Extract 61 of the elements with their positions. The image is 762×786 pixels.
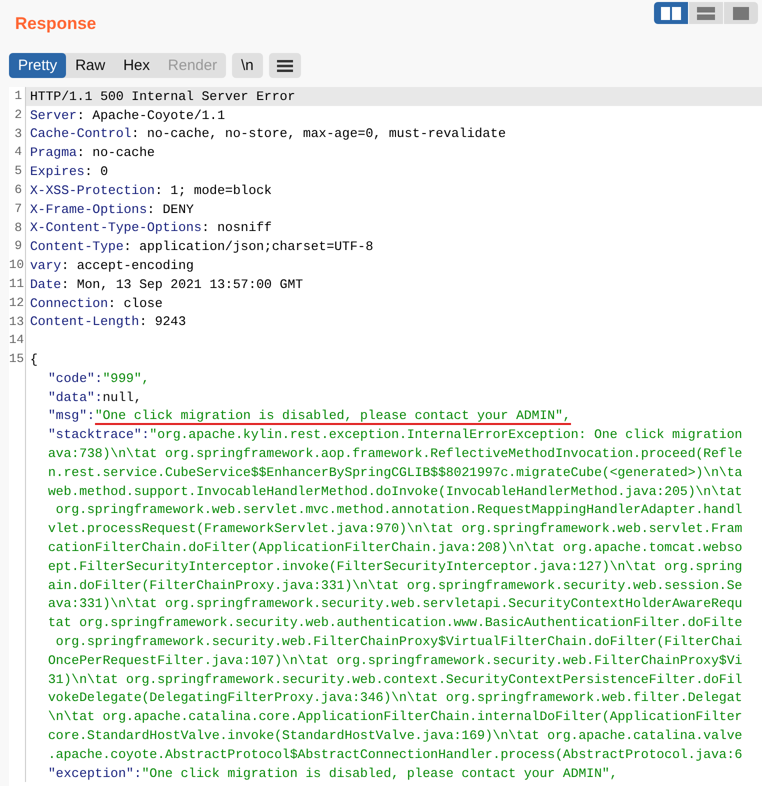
layout-button[interactable] [724,2,758,24]
line-number: 11 [9,274,26,294]
json-value: null, [102,390,142,405]
header-line: X-Content-Type-Options: nosniff [29,220,272,236]
menu-button[interactable] [268,53,301,78]
header-line: Pragma: no-cache [29,145,155,160]
panel-title: Response [15,14,96,34]
json-value: "One click migration is disabled, please contact your ADMIN", [142,766,618,781]
json-key: "code": [48,370,103,386]
single-pane-icon [733,6,749,20]
two-columns-icon [661,6,681,20]
json-value: "org.apache.kylin.rest.exception.InternalErrorException: One click migration [149,427,742,442]
json-value: vokeDelegate(DelegatingFilterProxy.java:346)\n\tat org.springframework.web.filter.Delegat [48,690,742,706]
layout-button[interactable] [689,2,723,24]
json-value: cationFilterChain.doFilter(ApplicationFilterChain.java:208)\n\tat org.apache.tomcat.webso [48,540,742,556]
json-value: org.springframework.web.servlet.mvc.method.annotation.RequestMappingHandlerAdapter.handl [54,502,742,518]
json-value: "One click migration is disabled, please contact your ADMIN", [94,408,571,426]
header-line: Expires: 0 [29,164,108,180]
header-line: X-XSS-Protection: 1; mode=block [29,182,272,198]
line-number: 15 [9,350,26,369]
header-line: X-Frame-Options: DENY [29,202,194,217]
header-line: Content-Length: 9243 [29,314,186,330]
json-value: ava:331)\n\tat org.springframework.security.web.servletapi.SecurityContextHolderAwareRequ [48,596,742,612]
view-tab[interactable]: Hex [114,53,159,78]
json-value: core.StandardHostValve.invoke(StandardHostValve.java:169)\n\tat org.apache.catalina.valve [48,728,742,743]
json-value: n.rest.service.CubeService$$EnhancerBySpringCGLIB$$8021997c.migrateCube(<generated>)\n\ta [48,464,742,480]
header-line: Date: Mon, 13 Sep 2021 13:57:00 GMT [29,276,304,292]
json-value: "999", [102,370,150,386]
json-brace: { [29,352,38,368]
json-key: "data": [48,390,103,405]
header-line: Content-Type: application/json;charset=UTF-8 [29,239,374,254]
json-value: 31)\n\tat org.springframework.security.web.context.SecurityContextPersistenceFilter.doFil [48,672,742,687]
view-tab[interactable]: Raw [66,53,114,78]
header-line: Server: Apache-Coyote/1.1 [29,108,226,123]
json-value: web.method.support.InvocableHandlerMethod.doInvoke(InvocableHandlerMethod.java:205)\n\tat [48,484,742,499]
json-value: tat org.springframework.security.web.authentication.www.BasicAuthenticationFilter.doFilte [48,615,742,630]
json-value: ain.doFilter(FilterChainProxy.java:331)\n\tat org.springframework.security.web.session.Se [48,578,742,593]
line-number: 1 [9,87,26,106]
two-rows-icon [697,6,715,20]
layout-button[interactable] [654,2,688,24]
line-number: 10 [9,256,26,275]
json-value: ept.FilterSecurityInterceptor.invoke(FilterSecurityInterceptor.java:127)\n\tat org.spring [48,558,742,574]
line-number: 12 [9,294,26,313]
json-value: ava:738)\n\tat org.springframework.aop.framework.ReflectiveMethodInvocation.proceed(Refle [48,446,742,462]
json-key: "msg": [48,408,95,424]
menu-icon [276,60,293,72]
json-value: OncePerRequestFilter.java:107)\n\tat org.springframework.security.web.FilterChainProxy$Vi [48,652,742,668]
json-key: "stacktrace": [48,427,150,442]
json-value: .apache.coyote.AbstractProtocol$AbstractConnectionHandler.process(AbstractProtocol.java:6 [48,746,742,762]
view-tab[interactable]: Pretty [9,53,66,78]
line-number: 14 [9,331,26,350]
line-number: 13 [9,312,26,332]
header-line: Connection: close [29,296,163,311]
json-value: vlet.processRequest(FrameworkServlet.java:970)\n\tat org.springframework.web.servlet.Fram [48,521,742,536]
json-value: org.springframework.security.web.FilterChainProxy$VirtualFilterChain.doFilter(FilterChai [54,634,742,649]
json-key: "exception": [48,766,142,781]
header-line: vary: accept-encoding [29,258,194,274]
json-value: \n\tat org.apache.catalina.core.ApplicationFilterChain.internalDoFilter(ApplicationFilter [48,709,742,724]
newline-toggle-button[interactable]: \n [232,53,263,78]
header-line: Cache-Control: no-cache, no-store, max-age=0, must-revalidate [29,126,506,142]
status-line: HTTP/1.1 500 Internal Server Error [29,88,296,104]
